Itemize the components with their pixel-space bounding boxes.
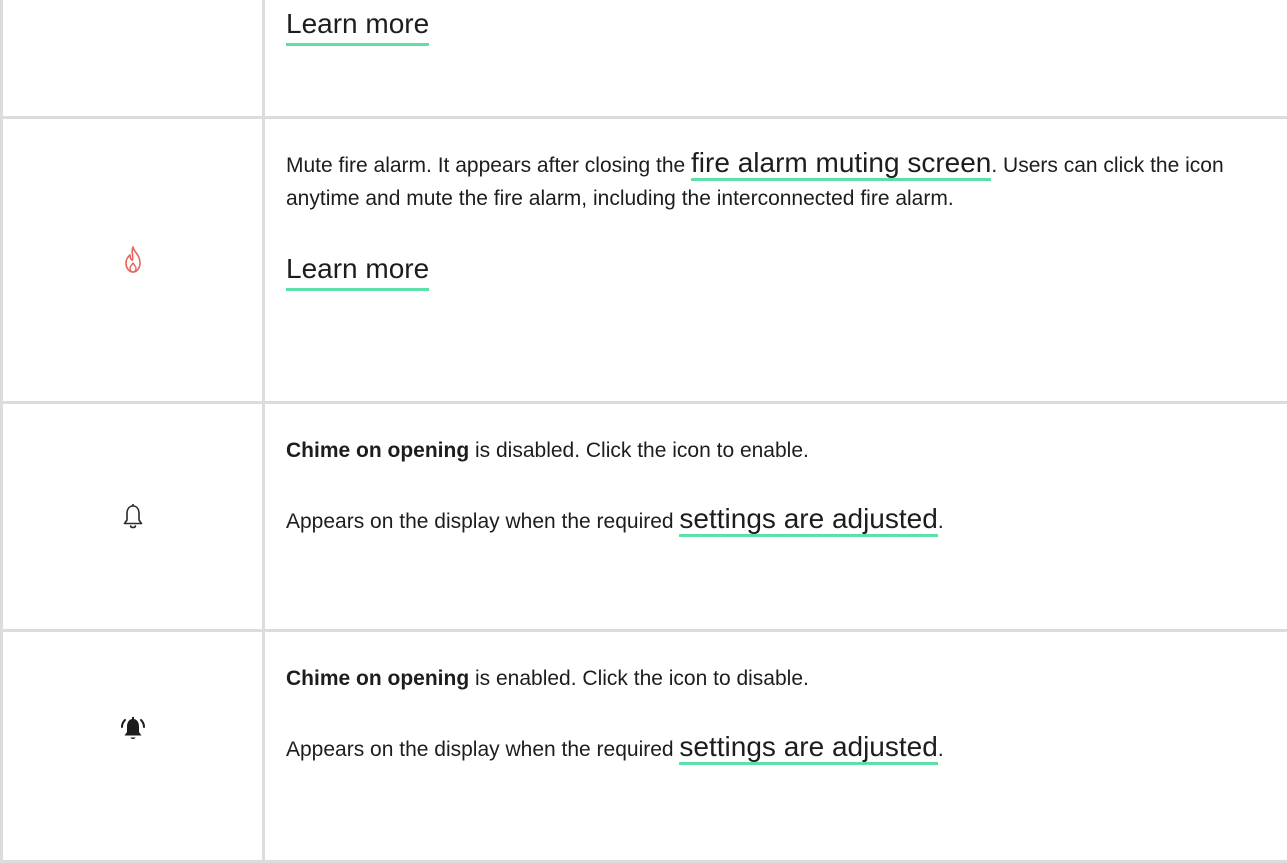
fire-icon-cell [3, 119, 262, 401]
bell-icon-cell [3, 404, 262, 629]
chime-enabled-settings-note: Appears on the display when the required… [286, 730, 1276, 766]
table-row: Learn more [0, 0, 1287, 116]
bell-ringing-icon[interactable] [118, 714, 148, 744]
table-row: Chime on opening is enabled. Click the i… [0, 632, 1287, 863]
chime-enabled-description: Chime on opening is enabled. Click the i… [286, 667, 809, 690]
icons-table: Learn more Mute fire alarm. It appears a… [0, 0, 1287, 863]
bell-ringing-icon-cell [3, 632, 262, 826]
chime-disabled-settings-note: Appears on the display when the required… [286, 502, 1276, 538]
bell-outline-icon[interactable] [121, 503, 145, 531]
learn-more-link[interactable]: Learn more [286, 6, 430, 46]
fire-alarm-muting-screen-link[interactable]: fire alarm muting screen [691, 147, 992, 181]
learn-more-link[interactable]: Learn more [286, 251, 430, 291]
settings-adjusted-link[interactable]: settings are adjusted [679, 731, 938, 765]
settings-adjusted-link[interactable]: settings are adjusted [679, 503, 938, 537]
table-row: Chime on opening is disabled. Click the … [0, 404, 1287, 629]
fire-description: Mute fire alarm. It appears after closin… [286, 147, 1224, 210]
table-row: Mute fire alarm. It appears after closin… [0, 119, 1287, 401]
chime-disabled-description: Chime on opening is disabled. Click the … [286, 439, 809, 462]
fire-icon[interactable] [121, 245, 145, 275]
